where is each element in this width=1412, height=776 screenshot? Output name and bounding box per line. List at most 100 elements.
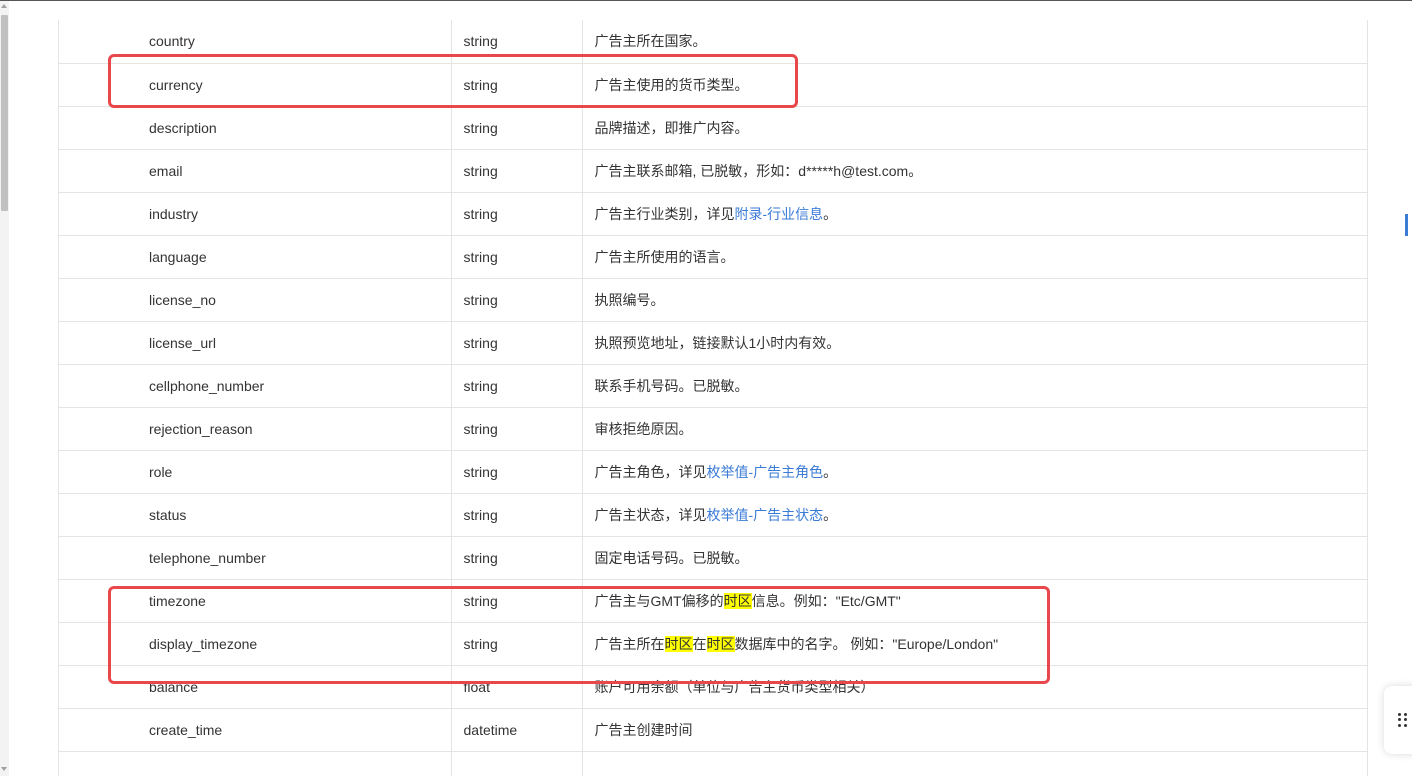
field-description-cell: 广告主状态，详见枚举值-广告主状态。 <box>581 493 1367 537</box>
description-text: 。 <box>823 463 838 480</box>
field-type-cell: string <box>450 20 582 64</box>
top-border <box>0 0 1412 1</box>
doc-link[interactable]: 枚举值-广告主状态 <box>707 507 824 523</box>
field-type-cell: string <box>450 579 582 623</box>
field-name-cell: description <box>59 106 451 150</box>
table-row: currency string 广告主使用的货币类型。 <box>59 63 1367 107</box>
field-description-cell: 广告主联系邮箱, 已脱敏，形如：d*****h@test.com。 <box>581 149 1367 193</box>
table-row: cellphone_number string 联系手机号码。已脱敏。 <box>59 364 1367 408</box>
field-name-cell: email <box>59 149 451 193</box>
drag-grip-icon[interactable] <box>1398 713 1408 727</box>
table-row: display_timezone string 广告主所在时区在时区数据库中的名字。… <box>59 622 1367 666</box>
description-text: 品牌描述，即推广内容。 <box>594 119 749 136</box>
description-text: 。 <box>823 205 838 222</box>
description-text: 审核拒绝原因。 <box>594 420 693 437</box>
table-row: timezone string 广告主与GMT偏移的时区信息。例如："Etc/GMT… <box>59 579 1367 623</box>
search-highlight: 时区 <box>706 635 735 652</box>
field-description-cell: 广告主创建时间 <box>581 708 1367 752</box>
field-description-cell: 广告主所在时区在时区数据库中的名字。 例如："Europe/London" <box>581 622 1367 666</box>
field-type-cell: string <box>450 364 582 408</box>
table-row: create_time datetime 广告主创建时间 <box>59 708 1367 752</box>
description-text: 广告主使用的货币类型。 <box>594 76 749 93</box>
description-text: 联系手机号码。已脱敏。 <box>594 377 749 394</box>
scroll-up-icon[interactable] <box>1 4 7 8</box>
table-row: license_url string 执照预览地址，链接默认1小时内有效。 <box>59 321 1367 365</box>
field-description-cell: 审核拒绝原因。 <box>581 407 1367 451</box>
field-type-cell: string <box>450 622 582 666</box>
table-row: balance float 账户可用余额（单位与广告主货币类型相关） <box>59 665 1367 709</box>
field-name-cell: balance <box>59 665 451 709</box>
description-text: 信息。例如："Etc/GMT" <box>751 592 901 609</box>
doc-link[interactable]: 附录-行业信息 <box>735 206 824 222</box>
side-indicator <box>1405 214 1408 236</box>
field-name-cell: role <box>59 450 451 494</box>
field-type-cell: string <box>450 149 582 193</box>
description-text: 广告主创建时间 <box>594 721 693 738</box>
scrollbar-thumb[interactable] <box>1 15 8 211</box>
field-description-cell: 广告主使用的货币类型。 <box>581 63 1367 107</box>
field-name-cell: currency <box>59 63 451 107</box>
description-text: 广告主所在 <box>594 635 665 652</box>
fields-table-container: country string 广告主所在国家。 currency string 广告主使用… <box>58 20 1368 776</box>
table-row: description string 品牌描述，即推广内容。 <box>59 106 1367 150</box>
field-name-cell: display_timezone <box>59 622 451 666</box>
table-row: email string 广告主联系邮箱, 已脱敏，形如：d*****h@test.… <box>59 149 1367 193</box>
field-name-cell: language <box>59 235 451 279</box>
fields-table: country string 广告主所在国家。 currency string 广告主使用… <box>59 20 1367 776</box>
field-type-cell <box>450 751 582 776</box>
field-name-cell: license_url <box>59 321 451 365</box>
field-name-cell: cellphone_number <box>59 364 451 408</box>
table-row: telephone_number string 固定电话号码。已脱敏。 <box>59 536 1367 580</box>
description-text: 。 <box>823 506 838 523</box>
field-name-cell: status <box>59 493 451 537</box>
field-name-cell: license_no <box>59 278 451 322</box>
field-name-cell: create_time <box>59 708 451 752</box>
field-name-cell: telephone_number <box>59 536 451 580</box>
field-description-cell: 广告主所在国家。 <box>581 20 1367 64</box>
page: country string 广告主所在国家。 currency string 广告主使用… <box>0 0 1412 776</box>
description-text: 固定电话号码。已脱敏。 <box>594 549 749 566</box>
description-text: 广告主所使用的语言。 <box>594 248 735 265</box>
field-type-cell: string <box>450 235 582 279</box>
description-text: 广告主联系邮箱, 已脱敏，形如：d*****h@test.com。 <box>594 162 923 179</box>
description-text: 广告主角色，详见 <box>594 463 707 480</box>
fields-table-body: country string 广告主所在国家。 currency string 广告主使用… <box>59 20 1367 776</box>
description-text: 广告主与GMT偏移的 <box>594 592 724 609</box>
field-name-cell <box>59 751 451 776</box>
field-name-cell: country <box>59 20 451 64</box>
description-text: 广告主行业类别，详见 <box>594 205 735 222</box>
field-type-cell: string <box>450 493 582 537</box>
field-description-cell: 联系手机号码。已脱敏。 <box>581 364 1367 408</box>
table-row: role string 广告主角色，详见枚举值-广告主角色。 <box>59 450 1367 494</box>
field-name-cell: industry <box>59 192 451 236</box>
description-text: 执照编号。 <box>594 291 665 308</box>
description-text: 广告主状态，详见 <box>594 506 707 523</box>
field-description-cell <box>581 751 1367 776</box>
field-description-cell: 执照编号。 <box>581 278 1367 322</box>
field-description-cell: 执照预览地址，链接默认1小时内有效。 <box>581 321 1367 365</box>
field-description-cell: 广告主与GMT偏移的时区信息。例如："Etc/GMT" <box>581 579 1367 623</box>
description-text: 账户可用余额（单位与广告主货币类型相关） <box>594 678 875 695</box>
description-text: 在 <box>692 635 707 652</box>
field-name-cell: rejection_reason <box>59 407 451 451</box>
field-type-cell: string <box>450 536 582 580</box>
description-text: 执照预览地址，链接默认1小时内有效。 <box>594 334 841 351</box>
field-type-cell: string <box>450 106 582 150</box>
description-text: 数据库中的名字。 例如："Europe/London" <box>734 635 999 652</box>
doc-link[interactable]: 枚举值-广告主角色 <box>707 464 824 480</box>
table-row: rejection_reason string 审核拒绝原因。 <box>59 407 1367 451</box>
table-row: country string 广告主所在国家。 <box>59 20 1367 64</box>
floating-widget[interactable] <box>1384 686 1412 754</box>
vertical-scrollbar[interactable] <box>0 1 9 776</box>
field-description-cell: 广告主行业类别，详见附录-行业信息。 <box>581 192 1367 236</box>
field-description-cell: 账户可用余额（单位与广告主货币类型相关） <box>581 665 1367 709</box>
field-type-cell: datetime <box>450 708 582 752</box>
search-highlight: 时区 <box>723 592 752 609</box>
search-highlight: 时区 <box>664 635 693 652</box>
field-type-cell: string <box>450 278 582 322</box>
field-name-cell: timezone <box>59 579 451 623</box>
table-row <box>59 751 1367 776</box>
scroll-down-icon[interactable] <box>1 767 7 771</box>
table-row: status string 广告主状态，详见枚举值-广告主状态。 <box>59 493 1367 537</box>
description-text: 广告主所在国家。 <box>594 33 707 50</box>
